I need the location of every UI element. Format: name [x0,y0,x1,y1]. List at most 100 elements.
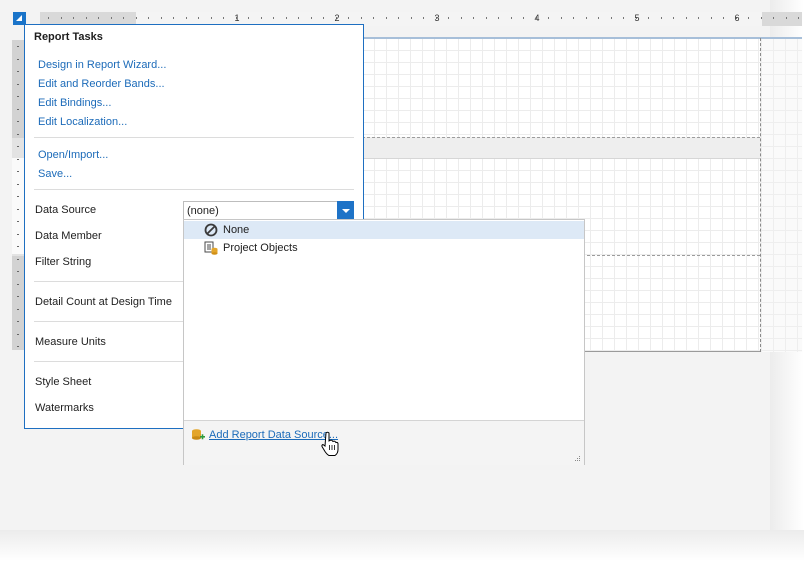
ruler-label: 2 [334,13,340,23]
vruler-tick [17,246,19,247]
ruler-tick [561,17,562,19]
hand-cursor-icon [321,431,339,456]
ruler-tick [161,17,162,19]
ruler-tick [498,17,499,19]
edit-localization-link[interactable]: Edit Localization... [38,116,127,128]
ruler-tick [598,17,599,19]
band-header-strip[interactable] [362,137,760,159]
panel-title: Report Tasks [34,31,103,43]
ruler-tick [98,17,99,19]
measure-units-label: Measure Units [35,336,106,348]
ruler-label: 5 [634,13,640,23]
data-source-label: Data Source [35,204,97,216]
add-report-data-source-link[interactable]: Add Report Data Source... [209,429,338,441]
project-objects-icon [204,241,218,255]
ruler-tick [286,17,287,19]
page-right-margin-line [760,38,762,352]
separator [34,321,184,322]
vruler-tick [17,346,19,347]
design-in-wizard-link[interactable]: Design in Report Wizard... [38,59,166,71]
ruler-tick [86,17,87,19]
vruler-tick [17,171,19,172]
ruler-tick [223,17,224,19]
vruler-tick [17,134,19,135]
ruler-tick [611,17,612,19]
ruler-tick [411,17,412,19]
save-link[interactable]: Save... [38,168,72,180]
vruler-tick [17,59,19,60]
vruler-tick [17,209,19,210]
vruler-tick [17,334,19,335]
ruler-tick [386,17,387,19]
vruler-tick [17,271,19,272]
ruler-tick [586,17,587,19]
ruler-tick [761,17,762,19]
detail-count-label: Detail Count at Design Time [35,296,172,308]
vruler-tick [17,196,19,197]
ruler-label: 6 [734,13,740,23]
resize-grip-icon[interactable] [573,454,581,462]
separator [34,361,184,362]
ruler-tick [511,17,512,19]
vruler-tick [17,84,19,85]
vruler-tick [17,234,19,235]
vruler-tick [17,296,19,297]
ruler-tick [798,17,799,19]
ruler-tick [661,17,662,19]
vruler-tick [17,321,19,322]
ruler-tick [273,17,274,19]
ruler-label: 3 [434,13,440,23]
data-source-combo[interactable]: (none) [183,201,354,220]
ruler-tick [711,17,712,19]
ruler-tick [748,17,749,19]
ruler-label: 4 [534,13,540,23]
dropdown-item-label: Project Objects [223,242,298,254]
vertical-ruler [12,40,24,350]
ruler-tick [723,17,724,19]
vruler-tick [17,259,19,260]
ruler-tick [686,17,687,19]
ruler-tick [48,17,49,19]
edit-bindings-link[interactable]: Edit Bindings... [38,97,111,109]
ruler-tick [198,17,199,19]
open-import-link[interactable]: Open/Import... [38,149,108,161]
style-sheet-label: Style Sheet [35,376,92,388]
data-source-dropdown: None Project Objects Add Report Data Sou… [183,219,585,465]
ruler-tick [698,17,699,19]
ruler-tick [648,17,649,19]
ruler-tick [523,17,524,19]
offpage-area [761,38,802,352]
vruler-tick [17,121,19,122]
ruler-tick [136,17,137,19]
ruler-right-margin [762,12,802,26]
dropdown-footer: Add Report Data Source... [184,420,584,465]
add-data-source-icon [192,429,205,440]
ruler-tick [73,17,74,19]
separator [34,189,354,190]
ruler-tick [211,17,212,19]
ruler-tick [311,17,312,19]
ruler-tick [461,17,462,19]
dropdown-item-none[interactable]: None [184,221,584,239]
edit-reorder-bands-link[interactable]: Edit and Reorder Bands... [38,78,165,90]
ruler-tick [261,17,262,19]
ruler-tick [398,17,399,19]
filter-string-label: Filter String [35,256,92,268]
ruler-tick [473,17,474,19]
separator [34,281,184,282]
vruler-band-segment [12,158,24,254]
vruler-tick [17,309,19,310]
dropdown-item-project-objects[interactable]: Project Objects [184,239,584,257]
vruler-tick [17,184,19,185]
vruler-tick [17,71,19,72]
ruler-tick [548,17,549,19]
ruler-tick [573,17,574,19]
vruler-tick [17,284,19,285]
ruler-tick [123,17,124,19]
ruler-tick [623,17,624,19]
ruler-tick [148,17,149,19]
ruler-tick [486,17,487,19]
chevron-down-icon[interactable] [337,201,354,220]
ruler-tick [298,17,299,19]
data-member-label: Data Member [35,230,102,242]
